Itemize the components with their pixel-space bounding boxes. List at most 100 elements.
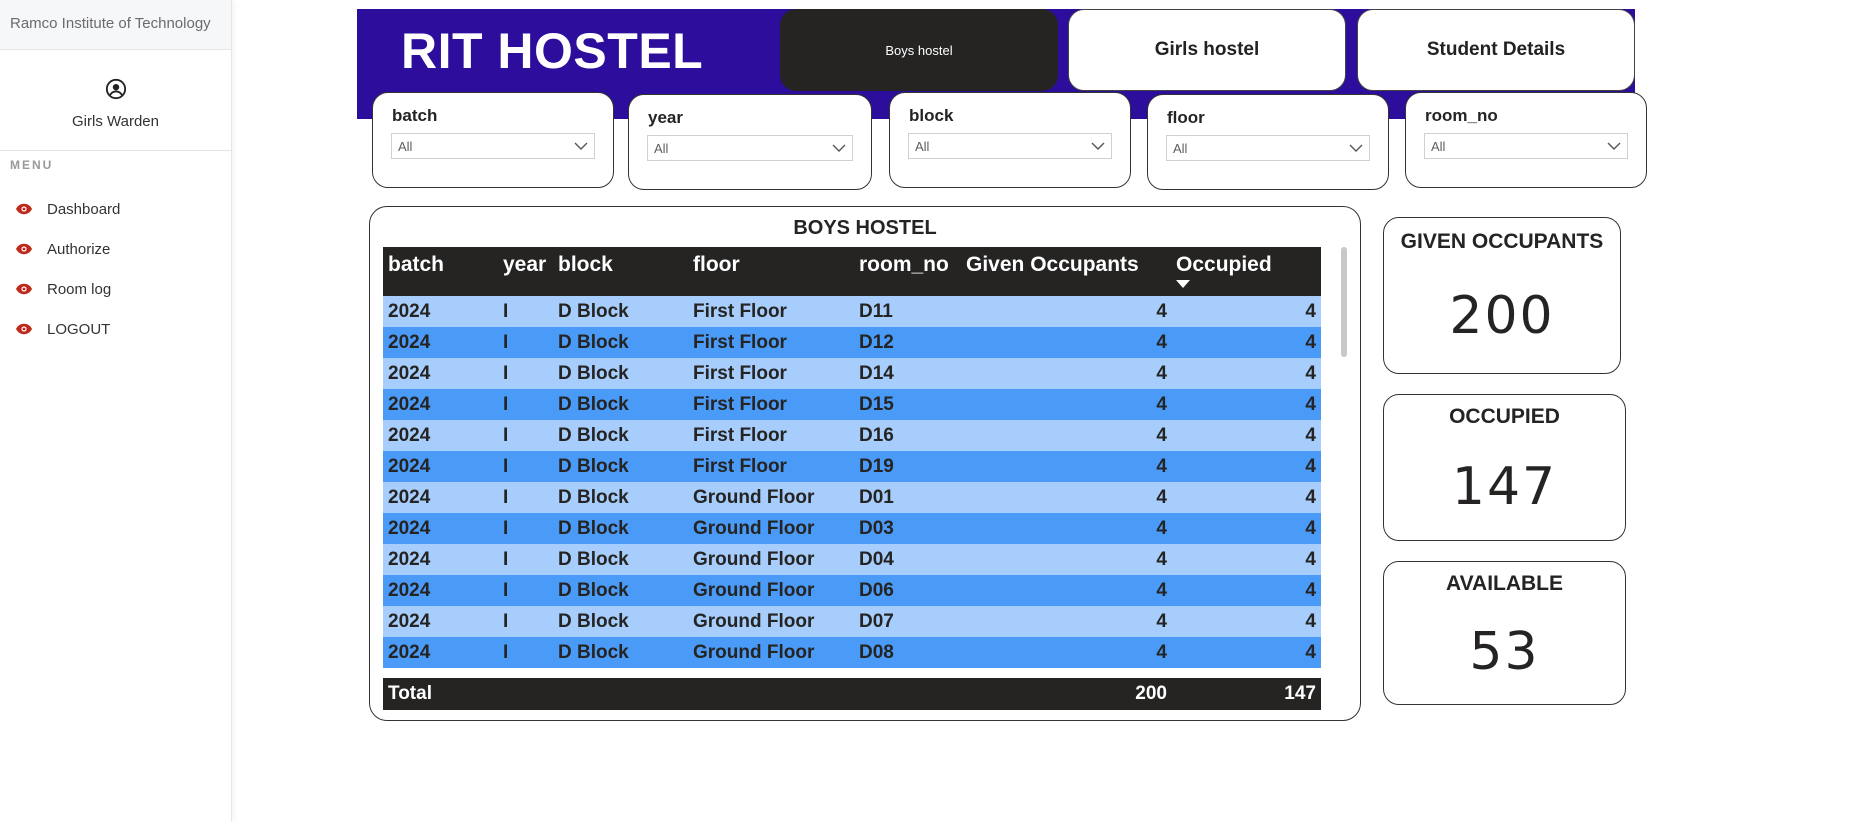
column-header-floor[interactable]: floor xyxy=(693,253,740,277)
chevron-down-icon xyxy=(1607,142,1621,150)
cell-floor: First Floor xyxy=(693,425,787,446)
cell-block: D Block xyxy=(558,456,629,477)
cell-year: I xyxy=(503,332,509,353)
cell-floor: First Floor xyxy=(693,301,787,322)
table-scrollbar[interactable] xyxy=(1341,247,1347,357)
cell-given-occupants: 4 xyxy=(1156,332,1167,353)
cell-room-no: D04 xyxy=(859,549,894,570)
cell-floor: Ground Floor xyxy=(693,642,815,663)
sidebar-item-authorize[interactable]: Authorize xyxy=(0,229,231,269)
cell-floor: Ground Floor xyxy=(693,518,815,539)
cell-room-no: D16 xyxy=(859,425,894,446)
table-row[interactable]: 2024 I D Block Ground Floor D04 4 4 xyxy=(383,544,1321,575)
cell-year: I xyxy=(503,301,509,322)
eye-icon xyxy=(16,323,32,335)
cell-year: I xyxy=(503,518,509,539)
filter-floor-dropdown[interactable]: All xyxy=(1166,135,1370,161)
cell-room-no: D12 xyxy=(859,332,894,353)
total-given-occupants: 200 xyxy=(1135,683,1167,704)
cell-occupied: 4 xyxy=(1305,580,1316,601)
cell-batch: 2024 xyxy=(388,394,431,415)
cell-floor: Ground Floor xyxy=(693,580,815,601)
table-row[interactable]: 2024 I D Block First Floor D14 4 4 xyxy=(383,358,1321,389)
cell-occupied: 4 xyxy=(1305,642,1316,663)
sidebar-item-logout[interactable]: LOGOUT xyxy=(0,309,231,349)
column-header-year[interactable]: year xyxy=(503,253,546,277)
cell-block: D Block xyxy=(558,487,629,508)
cell-block: D Block xyxy=(558,611,629,632)
filter-selected-value: All xyxy=(1431,139,1446,154)
filter-batch-dropdown[interactable]: All xyxy=(391,133,595,159)
cell-block: D Block xyxy=(558,394,629,415)
filter-batch: batch All xyxy=(372,92,614,188)
cell-given-occupants: 4 xyxy=(1156,518,1167,539)
eye-icon xyxy=(16,243,32,255)
table-row[interactable]: 2024 I D Block Ground Floor D07 4 4 xyxy=(383,606,1321,637)
user-block: Girls Warden xyxy=(0,50,231,151)
table-header: batch year block floor room_no Given Occ… xyxy=(383,247,1321,296)
cell-floor: Ground Floor xyxy=(693,549,815,570)
kpi-occupied-label: OCCUPIED xyxy=(1449,405,1560,428)
cell-batch: 2024 xyxy=(388,487,431,508)
filter-block-dropdown[interactable]: All xyxy=(908,133,1112,159)
total-occupied: 147 xyxy=(1284,683,1316,704)
filter-label: room_no xyxy=(1425,106,1498,125)
nav-boys-hostel-button[interactable]: Boys hostel xyxy=(780,9,1058,91)
sidebar-item-label: Authorize xyxy=(47,240,111,258)
eye-icon xyxy=(16,203,32,215)
column-header-block[interactable]: block xyxy=(558,253,613,277)
cell-occupied: 4 xyxy=(1305,487,1316,508)
chevron-down-icon xyxy=(1091,142,1105,150)
table-title: BOYS HOSTEL xyxy=(793,217,937,239)
kpi-given-occupants-value: 200 xyxy=(1449,286,1555,346)
filter-floor: floor All xyxy=(1147,94,1389,190)
filter-selected-value: All xyxy=(398,139,413,154)
column-header-batch[interactable]: batch xyxy=(388,253,444,277)
table-row[interactable]: 2024 I D Block First Floor D12 4 4 xyxy=(383,327,1321,358)
cell-occupied: 4 xyxy=(1305,332,1316,353)
cell-occupied: 4 xyxy=(1305,518,1316,539)
table-row[interactable]: 2024 I D Block First Floor D16 4 4 xyxy=(383,420,1321,451)
kpi-occupied-card: OCCUPIED 147 xyxy=(1383,394,1626,541)
column-header-given-occupants[interactable]: Given Occupants xyxy=(966,253,1139,277)
cell-given-occupants: 4 xyxy=(1156,642,1167,663)
column-header-occupied[interactable]: Occupied xyxy=(1176,253,1272,277)
cell-block: D Block xyxy=(558,580,629,601)
filter-label: batch xyxy=(392,106,438,125)
sort-descending-icon[interactable] xyxy=(1176,280,1190,288)
cell-year: I xyxy=(503,611,509,632)
table-row[interactable]: 2024 I D Block First Floor D11 4 4 xyxy=(383,296,1321,327)
cell-occupied: 4 xyxy=(1305,394,1316,415)
sidebar-item-label: LOGOUT xyxy=(47,320,111,338)
kpi-available-card: AVAILABLE 53 xyxy=(1383,561,1626,705)
cell-year: I xyxy=(503,642,509,663)
cell-year: I xyxy=(503,549,509,570)
sidebar: Ramco Institute of Technology Girls Ward… xyxy=(0,0,232,822)
cell-floor: First Floor xyxy=(693,332,787,353)
cell-year: I xyxy=(503,456,509,477)
column-header-room-no[interactable]: room_no xyxy=(859,253,949,277)
cell-given-occupants: 4 xyxy=(1156,611,1167,632)
table-row[interactable]: 2024 I D Block Ground Floor D03 4 4 xyxy=(383,513,1321,544)
sidebar-item-dashboard[interactable]: Dashboard xyxy=(0,189,231,229)
cell-floor: Ground Floor xyxy=(693,611,815,632)
sidebar-item-room-log[interactable]: Room log xyxy=(0,269,231,309)
table-total-row: Total 200 147 xyxy=(383,678,1321,710)
table-row[interactable]: 2024 I D Block First Floor D19 4 4 xyxy=(383,451,1321,482)
cell-occupied: 4 xyxy=(1305,456,1316,477)
filter-room-no-dropdown[interactable]: All xyxy=(1424,133,1628,159)
cell-floor: First Floor xyxy=(693,456,787,477)
table-row[interactable]: 2024 I D Block First Floor D15 4 4 xyxy=(383,389,1321,420)
nav-girls-hostel-button[interactable]: Girls hostel xyxy=(1068,9,1346,91)
cell-given-occupants: 4 xyxy=(1156,487,1167,508)
filter-selected-value: All xyxy=(915,139,930,154)
cell-block: D Block xyxy=(558,332,629,353)
table-row[interactable]: 2024 I D Block Ground Floor D08 4 4 xyxy=(383,637,1321,668)
cell-occupied: 4 xyxy=(1305,425,1316,446)
filter-year-dropdown[interactable]: All xyxy=(647,135,853,161)
table-row[interactable]: 2024 I D Block Ground Floor D01 4 4 xyxy=(383,482,1321,513)
cell-occupied: 4 xyxy=(1305,301,1316,322)
table-row[interactable]: 2024 I D Block Ground Floor D06 4 4 xyxy=(383,575,1321,606)
nav-student-details-button[interactable]: Student Details xyxy=(1357,9,1635,91)
cell-year: I xyxy=(503,487,509,508)
